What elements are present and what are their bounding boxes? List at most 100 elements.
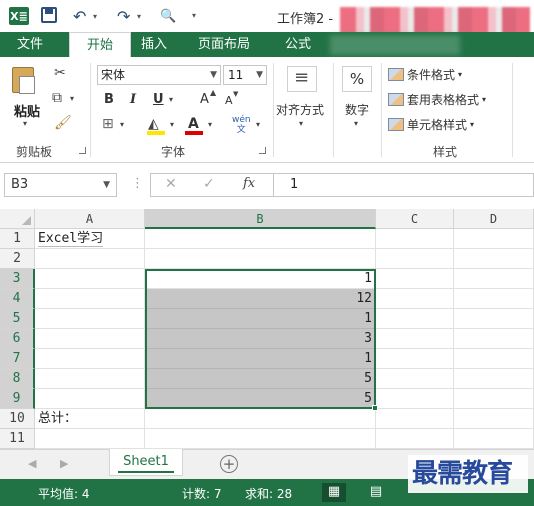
cell-c10[interactable]: [376, 409, 454, 429]
column-header-b[interactable]: B: [145, 209, 376, 229]
shrink-font-button[interactable]: A: [225, 94, 233, 107]
cell-b1[interactable]: [145, 229, 376, 249]
cell-c5[interactable]: [376, 309, 454, 329]
cell-a7[interactable]: [35, 349, 145, 369]
formula-bar-grip-icon[interactable]: ⋮: [131, 176, 144, 191]
font-launcher-icon[interactable]: [259, 147, 266, 154]
alignment-button[interactable]: 对齐方式: [276, 101, 324, 118]
cell-d6[interactable]: [454, 329, 534, 349]
format-painter-icon[interactable]: 🖌: [54, 115, 72, 131]
font-size-select[interactable]: 11 ▼: [223, 65, 267, 85]
cell-a4[interactable]: [35, 289, 145, 309]
cell-c1[interactable]: [376, 229, 454, 249]
conditional-formatting-button[interactable]: 条件格式 ▾: [388, 66, 462, 83]
cell-c6[interactable]: [376, 329, 454, 349]
font-color-dropdown-icon[interactable]: ▾: [208, 120, 212, 129]
formula-input[interactable]: 1: [273, 173, 534, 197]
cell-b8[interactable]: 5: [145, 369, 376, 389]
bold-button[interactable]: B: [104, 92, 114, 107]
cell-a10[interactable]: 总计：: [35, 409, 145, 429]
cell-c2[interactable]: [376, 249, 454, 269]
cell-d10[interactable]: [454, 409, 534, 429]
cell-b11[interactable]: [145, 429, 376, 449]
cell-d2[interactable]: [454, 249, 534, 269]
cell-b7[interactable]: 1: [145, 349, 376, 369]
column-header-c[interactable]: C: [376, 209, 454, 229]
cell-a6[interactable]: [35, 329, 145, 349]
row-header[interactable]: 7: [0, 349, 35, 369]
format-as-table-button[interactable]: 套用表格格式 ▾: [388, 91, 486, 108]
row-header[interactable]: 4: [0, 289, 35, 309]
sheet-tab-sheet1[interactable]: Sheet1: [109, 449, 183, 476]
column-header-a[interactable]: A: [35, 209, 145, 229]
row-header[interactable]: 2: [0, 249, 35, 269]
row-header[interactable]: 5: [0, 309, 35, 329]
number-button[interactable]: 数字: [345, 101, 369, 118]
cell-d11[interactable]: [454, 429, 534, 449]
row-header[interactable]: 9: [0, 389, 35, 409]
phonetic-guide-icon[interactable]: wén 文: [232, 115, 251, 135]
scroll-right-icon[interactable]: ▶: [60, 457, 68, 470]
copy-dropdown-icon[interactable]: ▾: [70, 94, 74, 103]
cell-a1[interactable]: Excel学习: [35, 229, 145, 249]
undo-dropdown-icon[interactable]: ▾: [93, 12, 97, 21]
cell-a8[interactable]: [35, 369, 145, 389]
cell-b3[interactable]: 1: [145, 269, 376, 289]
cell-d8[interactable]: [454, 369, 534, 389]
row-header[interactable]: 1: [0, 229, 35, 249]
print-preview-icon[interactable]: 🔍: [160, 7, 176, 25]
column-header-d[interactable]: D: [454, 209, 534, 229]
cell-a3[interactable]: [35, 269, 145, 289]
save-icon[interactable]: [41, 7, 57, 23]
alignment-dropdown-icon[interactable]: ▾: [299, 119, 303, 128]
cell-b10[interactable]: [145, 409, 376, 429]
cell-d1[interactable]: [454, 229, 534, 249]
cell-d9[interactable]: [454, 389, 534, 409]
cell-d5[interactable]: [454, 309, 534, 329]
cut-icon[interactable]: ✂: [54, 65, 66, 81]
paste-dropdown-icon[interactable]: ▾: [23, 119, 27, 128]
number-dropdown-icon[interactable]: ▾: [354, 119, 358, 128]
enter-icon[interactable]: ✓: [203, 176, 215, 192]
redo-dropdown-icon[interactable]: ▾: [137, 12, 141, 21]
tab-formulas[interactable]: 公式: [285, 32, 311, 57]
row-header[interactable]: 3: [0, 269, 35, 289]
alignment-icon[interactable]: [287, 66, 317, 92]
row-header[interactable]: 8: [0, 369, 35, 389]
tab-insert[interactable]: 插入: [141, 32, 167, 57]
cancel-icon[interactable]: ✕: [165, 176, 177, 192]
clipboard-launcher-icon[interactable]: [79, 147, 86, 154]
tab-file[interactable]: 文件: [17, 32, 43, 57]
cell-d7[interactable]: [454, 349, 534, 369]
select-all-button[interactable]: [0, 209, 35, 229]
paste-icon[interactable]: [12, 67, 35, 94]
cell-a5[interactable]: [35, 309, 145, 329]
customize-toolbar-icon[interactable]: ▾: [192, 11, 196, 20]
tab-home[interactable]: 开始: [69, 32, 131, 58]
cell-b6[interactable]: 3: [145, 329, 376, 349]
scroll-left-icon[interactable]: ◀: [28, 457, 36, 470]
number-format-icon[interactable]: %: [342, 66, 372, 92]
cell-c8[interactable]: [376, 369, 454, 389]
name-box[interactable]: B3 ▼: [4, 173, 117, 197]
border-dropdown-icon[interactable]: ▾: [120, 120, 124, 129]
row-header[interactable]: 11: [0, 429, 35, 449]
add-sheet-button[interactable]: +: [220, 455, 238, 473]
cell-b4[interactable]: 12: [145, 289, 376, 309]
underline-dropdown-icon[interactable]: ▾: [169, 95, 173, 104]
underline-button[interactable]: U: [153, 92, 164, 107]
cell-c9[interactable]: [376, 389, 454, 409]
cell-b9[interactable]: 5: [145, 389, 376, 409]
cell-c3[interactable]: [376, 269, 454, 289]
copy-icon[interactable]: ⧉: [52, 90, 62, 106]
fill-dropdown-icon[interactable]: ▾: [170, 120, 174, 129]
cell-d4[interactable]: [454, 289, 534, 309]
cell-c7[interactable]: [376, 349, 454, 369]
font-name-select[interactable]: 宋体 ▼: [97, 65, 221, 85]
cell-b2[interactable]: [145, 249, 376, 269]
cell-c4[interactable]: [376, 289, 454, 309]
row-header[interactable]: 10: [0, 409, 35, 429]
page-layout-view-icon[interactable]: ▤: [364, 483, 388, 502]
italic-button[interactable]: I: [130, 92, 136, 107]
cell-b5[interactable]: 1: [145, 309, 376, 329]
